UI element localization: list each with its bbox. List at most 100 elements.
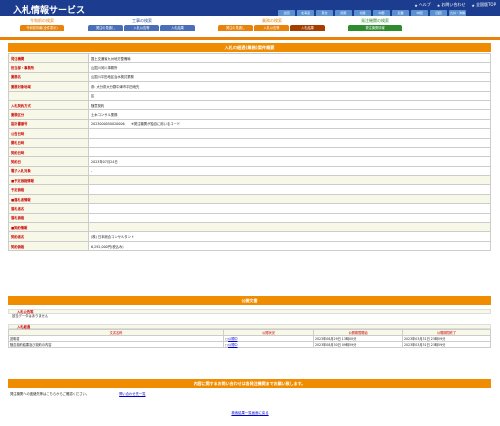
nav-group-reiwa: 令和前の検索 令和前情報(全件表示) bbox=[20, 18, 64, 31]
home-icon: ★ bbox=[471, 2, 475, 8]
detail-label: 落札者名 bbox=[8, 203, 89, 214]
tab-construction-outlook[interactable]: 発注の見通し bbox=[88, 25, 123, 31]
detail-value bbox=[88, 146, 491, 158]
detail-value: - bbox=[88, 165, 491, 177]
detail-label: 発注機関 bbox=[8, 52, 89, 64]
detail-row: 電子入札対象 - bbox=[8, 165, 491, 177]
detail-label: 契約日 bbox=[8, 156, 89, 167]
detail-label: 電子入札対象 bbox=[8, 165, 89, 177]
detail-row: 開札日時 bbox=[8, 137, 491, 148]
detail-row: 設計書番号 2023000050020006 ※発注機関が独自に用いるコード bbox=[8, 118, 491, 130]
detail-value bbox=[88, 193, 491, 205]
header: 入札情報サービス ★ ヘルプ ★ お問い合わせ ★ 全国版TOP 全国 北海道 東北 … bbox=[0, 0, 500, 16]
contact-list-link[interactable]: 問い合わせ先一覧 bbox=[119, 391, 145, 396]
detail-value: 随意契約 bbox=[88, 99, 491, 111]
detail-label: 担当部・事務所 bbox=[8, 62, 89, 73]
detail-value: 2023年07月24日 bbox=[88, 156, 491, 167]
detail-label bbox=[8, 90, 89, 101]
detail-value bbox=[88, 222, 491, 233]
detail-value bbox=[88, 212, 491, 224]
detail-label: 業務名 bbox=[8, 71, 89, 83]
docs-title: 公開文書 bbox=[8, 296, 491, 305]
nav-group-agency: 発注機関の検索 発注機関情報 bbox=[348, 18, 402, 31]
nav-group-service: 業務の検索 発注の見通し 入札公告等 入札結果 bbox=[218, 18, 326, 31]
detail-value bbox=[88, 203, 491, 214]
header-links: ★ ヘルプ ★ お問い合わせ ★ 全国版TOP bbox=[414, 2, 496, 8]
detail-row: 区 bbox=[8, 90, 491, 101]
detail-label: 業務区分 bbox=[8, 109, 89, 120]
help-icon: ★ bbox=[414, 2, 418, 8]
tab-service-outlook[interactable]: 発注の見通し bbox=[218, 25, 253, 31]
detail-row: 業務区分 土木コンサル業務 bbox=[8, 109, 491, 120]
help-link[interactable]: ★ ヘルプ bbox=[414, 2, 431, 8]
detail-row: ■予定価格情報 bbox=[8, 175, 491, 186]
detail-value: 山国川平田地区治水検討業務 bbox=[88, 71, 491, 83]
page-title: 入札の経過(業務)案件概要 bbox=[8, 43, 491, 52]
nav-divider bbox=[0, 37, 500, 40]
detail-label: 契約日時 bbox=[8, 146, 89, 158]
detail-row: 契約価格 6,292,000円(税込み) bbox=[8, 240, 491, 252]
detail-row: 契約日 2023年07月24日 bbox=[8, 156, 491, 167]
site-title: 入札情報サービス bbox=[13, 6, 86, 16]
contact-link[interactable]: ★ お問い合わせ bbox=[437, 2, 466, 8]
detail-value: 県: 大分県大分郡中津市平田地先 bbox=[88, 81, 491, 92]
tab-service-notice[interactable]: 入札公告等 bbox=[254, 25, 289, 31]
tab-service-result[interactable]: 入札結果 bbox=[290, 25, 325, 31]
detail-value: 土木コンサル業務 bbox=[88, 109, 491, 120]
doc-status-link[interactable]: 公開中 bbox=[228, 343, 238, 347]
detail-row: 契約者名 (株) 日本総合コンサルタント bbox=[8, 231, 491, 242]
detail-row: 落札者名 bbox=[8, 203, 491, 214]
detail-label: 契約価格 bbox=[8, 240, 89, 252]
search-nav: 令和前の検索 令和前情報(全件表示) 工事の検索 発注の見通し 入札公告等 入札… bbox=[0, 16, 500, 37]
detail-row: 公告日時 bbox=[8, 128, 491, 139]
doc-start: 2023年08月30日 09時59分 bbox=[313, 341, 403, 348]
contact-section: 内容に関するお問い合わせは各発注機関までお願い致します。 発注機関への連絡先等は… bbox=[8, 379, 491, 396]
detail-label: ■契約情報 bbox=[8, 222, 89, 233]
detail-label: 設計書番号 bbox=[8, 118, 89, 130]
detail-row: 契約日時 bbox=[8, 146, 491, 158]
detail-value bbox=[88, 175, 491, 186]
detail-row: ■契約情報 bbox=[8, 222, 491, 233]
footer: 検索結果一覧画面に戻る bbox=[0, 410, 500, 415]
doc-end: 2023年03月31日 23時59分 bbox=[402, 341, 491, 348]
detail-value bbox=[88, 128, 491, 139]
docs-table: 文書名称 公開状況 公開期間開始 公開期間終了 説明書 □公開中 2023年08… bbox=[8, 329, 491, 348]
detail-value bbox=[88, 137, 491, 148]
detail-label: 入札契約方式 bbox=[8, 99, 89, 111]
tab-agency-info[interactable]: 発注機関情報 bbox=[348, 25, 402, 31]
contact-text: 発注機関への連絡先等はこちらからご確認ください。 bbox=[10, 392, 90, 396]
detail-row: ■落札者情報 bbox=[8, 193, 491, 205]
detail-row: 担当部・事務所 山国川河川事務所 bbox=[8, 62, 491, 73]
table-row: 随意契約結果及び契約の内容 □公開中 2023年08月30日 09時59分 20… bbox=[8, 341, 491, 348]
detail-label: 契約者名 bbox=[8, 231, 89, 242]
detail-value bbox=[88, 184, 491, 195]
tab-reiwa-all[interactable]: 令和前情報(全件表示) bbox=[20, 25, 64, 31]
detail-row: 落札価格 bbox=[8, 212, 491, 224]
doc-name: 随意契約結果及び契約の内容 bbox=[8, 341, 224, 348]
detail-label: 公告日時 bbox=[8, 128, 89, 139]
top-link[interactable]: ★ 全国版TOP bbox=[471, 2, 496, 8]
detail-value: 2023000050020006 ※発注機関が独自に用いるコード bbox=[88, 118, 491, 130]
detail-row: 業務名 山国川平田地区治水検討業務 bbox=[8, 71, 491, 83]
detail-row: 業務対象地域 県: 大分県大分郡中津市平田地先 bbox=[8, 81, 491, 92]
detail-label: ■予定価格情報 bbox=[8, 175, 89, 186]
tab-construction-result[interactable]: 入札結果 bbox=[160, 25, 195, 31]
nav-group-construction: 工事の検索 発注の見通し 入札公告等 入札結果 bbox=[88, 18, 196, 31]
detail-row: 予定価格 bbox=[8, 184, 491, 195]
doc-status-link[interactable]: 公開中 bbox=[228, 337, 238, 341]
mail-icon: ★ bbox=[436, 2, 441, 8]
tab-construction-notice[interactable]: 入札公告等 bbox=[124, 25, 159, 31]
contact-title: 内容に関するお問い合わせは各発注機関までお願い致します。 bbox=[8, 379, 491, 388]
detail-label: ■落札者情報 bbox=[8, 193, 89, 205]
detail-table: 発注機関 国土交通省九州地方整備局 担当部・事務所 山国川河川事務所 業務名 山国川平田地… bbox=[8, 52, 491, 252]
docs-section: 公開文書 入札公告等 該当データはありません 入札経過 文書名称 公開状況 公開… bbox=[8, 296, 491, 348]
detail-label: 開札日時 bbox=[8, 137, 89, 148]
detail-label: 業務対象地域 bbox=[8, 81, 89, 92]
detail-label: 落札価格 bbox=[8, 212, 89, 224]
detail-row: 入札契約方式 随意契約 bbox=[8, 99, 491, 111]
detail-value: (株) 日本総合コンサルタント bbox=[88, 231, 491, 242]
detail-value: 国土交通省九州地方整備局 bbox=[88, 52, 491, 64]
back-to-results-link[interactable]: 検索結果一覧画面に戻る bbox=[231, 411, 268, 415]
detail-value: 山国川河川事務所 bbox=[88, 62, 491, 73]
detail-value: 6,292,000円(税込み) bbox=[88, 240, 491, 252]
